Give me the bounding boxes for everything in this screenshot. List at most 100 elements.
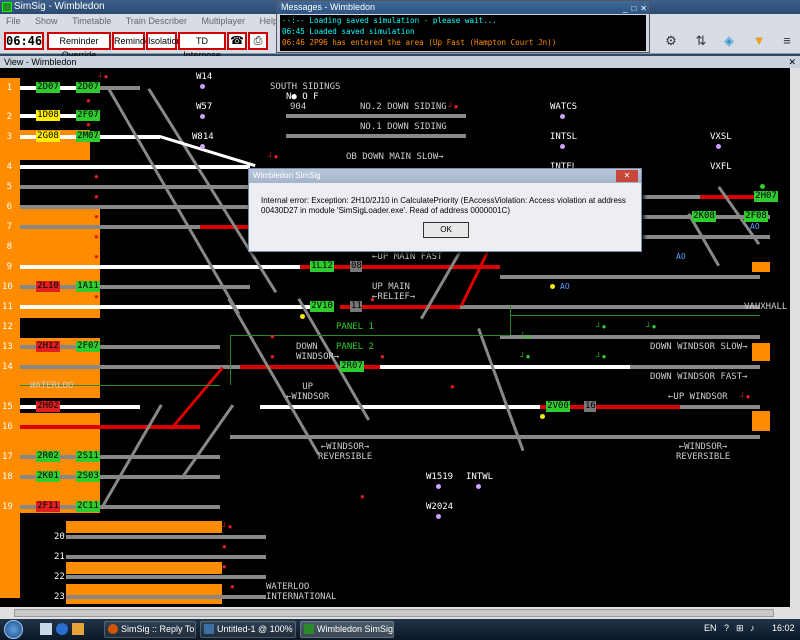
menu-train-describer[interactable]: Train Describer bbox=[126, 14, 187, 28]
signal-icon[interactable]: ● bbox=[94, 292, 99, 301]
train-describer-berth[interactable]: 2H07 bbox=[754, 191, 778, 202]
signal-icon[interactable]: ┘● bbox=[448, 102, 459, 111]
berth-blank[interactable]: 11 bbox=[350, 301, 362, 312]
signal-icon[interactable]: ● bbox=[86, 120, 91, 129]
app-icon-2[interactable]: ▼ bbox=[748, 30, 770, 52]
volume-icon[interactable]: ♪ bbox=[750, 623, 755, 633]
switch-windows-icon[interactable] bbox=[72, 623, 84, 635]
telephone-icon[interactable]: ☎ bbox=[227, 32, 247, 50]
signal-icon[interactable]: ● bbox=[450, 382, 455, 391]
signal-icon[interactable]: ┘● bbox=[520, 332, 531, 341]
signal-icon[interactable]: ● bbox=[94, 252, 99, 261]
reminder-button[interactable]: Reminder bbox=[112, 32, 153, 50]
train-describer-berth[interactable]: 2G08 bbox=[36, 131, 60, 142]
sort-icon[interactable]: ⇅ bbox=[690, 30, 712, 52]
track-segment[interactable] bbox=[20, 165, 250, 169]
app-icon-1[interactable]: ◈ bbox=[718, 30, 740, 52]
signal-icon[interactable]: ● bbox=[370, 295, 375, 304]
train-describer-berth[interactable]: 2F07 bbox=[76, 341, 100, 352]
start-button[interactable] bbox=[0, 619, 28, 640]
track-segment-route-set[interactable] bbox=[200, 225, 250, 229]
train-describer-berth[interactable]: 2K08 bbox=[692, 211, 716, 222]
td-interpose-button[interactable]: TD Interpose bbox=[178, 32, 226, 60]
train-describer-berth[interactable]: 2F11 bbox=[36, 501, 60, 512]
horizontal-scrollbar[interactable] bbox=[0, 607, 800, 619]
signal-icon[interactable]: ┘● bbox=[596, 322, 607, 331]
signal-icon[interactable]: ● bbox=[380, 352, 385, 361]
train-describer-berth[interactable]: 2K01 bbox=[36, 471, 60, 482]
signal-icon[interactable]: ● bbox=[270, 352, 275, 361]
show-desktop-icon[interactable] bbox=[40, 623, 52, 635]
train-describer-berth[interactable]: 2H02 bbox=[36, 401, 60, 412]
track-segment[interactable] bbox=[260, 405, 540, 409]
signal-icon[interactable]: ● bbox=[230, 582, 235, 591]
train-describer-berth[interactable]: 2M07 bbox=[76, 131, 100, 142]
signal-icon[interactable]: ┘● bbox=[520, 352, 531, 361]
crossover[interactable] bbox=[477, 328, 525, 452]
track-segment[interactable] bbox=[20, 185, 250, 189]
train-describer-berth[interactable]: 2V00 bbox=[546, 401, 570, 412]
train-describer-berth[interactable]: 2S03 bbox=[76, 471, 100, 482]
track-segment-route-set[interactable] bbox=[700, 195, 760, 199]
track-segment[interactable] bbox=[380, 365, 630, 369]
berth-blank[interactable]: 16 bbox=[584, 401, 596, 412]
train-describer-berth[interactable]: 2V10 bbox=[310, 301, 334, 312]
signal-icon[interactable]: ● bbox=[94, 172, 99, 181]
train-describer-berth[interactable]: 2C11 bbox=[76, 501, 100, 512]
train-describer-berth[interactable]: 2D07 bbox=[36, 82, 60, 93]
track-segment[interactable] bbox=[20, 365, 240, 369]
close-icon[interactable]: ✕ bbox=[640, 2, 647, 15]
network-icon[interactable]: ⊞ bbox=[736, 623, 744, 634]
train-describer-berth[interactable]: 1A11 bbox=[76, 281, 100, 292]
crossover[interactable] bbox=[227, 298, 320, 456]
menu-icon[interactable]: ≡ bbox=[776, 30, 798, 52]
signal-icon[interactable]: ● bbox=[360, 492, 365, 501]
ok-button[interactable]: OK bbox=[423, 222, 469, 238]
train-describer-berth[interactable]: 1D08 bbox=[36, 110, 60, 121]
track-segment[interactable] bbox=[66, 595, 266, 599]
crossover-route-set[interactable] bbox=[170, 366, 224, 430]
signal-icon[interactable]: ┘● bbox=[222, 522, 233, 531]
train-describer-berth[interactable]: 2L10 bbox=[36, 281, 60, 292]
internet-explorer-icon[interactable] bbox=[56, 623, 68, 635]
crossover[interactable] bbox=[180, 404, 235, 480]
signal-icon[interactable]: ● bbox=[222, 542, 227, 551]
track-segment[interactable] bbox=[20, 305, 320, 309]
close-icon[interactable]: ✕ bbox=[616, 170, 638, 182]
berth-blank[interactable]: 08 bbox=[350, 261, 362, 272]
track-segment[interactable] bbox=[286, 114, 466, 118]
signal-icon[interactable]: ● bbox=[94, 212, 99, 221]
messages-window[interactable]: Messages - Wimbledon _ □ ✕ --:-- Loading s… bbox=[276, 0, 650, 53]
track-segment[interactable] bbox=[66, 575, 266, 579]
menu-multiplayer[interactable]: Multiplayer bbox=[201, 14, 245, 28]
taskbar-item-active[interactable]: Wimbledon SimSig bbox=[300, 621, 394, 638]
close-icon[interactable]: ✕ bbox=[788, 56, 796, 68]
track-segment[interactable] bbox=[460, 305, 760, 309]
menu-show[interactable]: Show bbox=[35, 14, 58, 28]
track-segment[interactable] bbox=[680, 405, 760, 409]
signalling-panel[interactable]: 1 2 3 4 5 6 7 8 9 10 11 12 13 14 15 16 1… bbox=[0, 68, 790, 607]
help-icon[interactable]: ? bbox=[724, 623, 729, 633]
printer-icon[interactable]: ⎙ bbox=[248, 32, 268, 50]
signal-icon[interactable]: ┘● bbox=[646, 322, 657, 331]
signal-icon[interactable]: ● bbox=[270, 332, 275, 341]
signal-icon[interactable]: ┘● bbox=[268, 152, 279, 161]
train-describer-berth[interactable]: 1L12 bbox=[310, 261, 334, 272]
track-segment[interactable] bbox=[500, 335, 760, 339]
train-describer-berth[interactable]: 2R07 bbox=[340, 361, 364, 372]
track-segment[interactable] bbox=[100, 86, 140, 90]
signal-icon[interactable]: ● bbox=[94, 192, 99, 201]
signal-icon[interactable]: ● bbox=[94, 232, 99, 241]
clock[interactable]: 16:02 bbox=[772, 623, 795, 633]
track-segment[interactable] bbox=[66, 555, 266, 559]
train-describer-berth[interactable]: 2R02 bbox=[36, 451, 60, 462]
track-segment[interactable] bbox=[630, 365, 760, 369]
track-segment[interactable] bbox=[500, 275, 760, 279]
track-segment[interactable] bbox=[66, 535, 266, 539]
signal-icon[interactable]: ┘● bbox=[596, 352, 607, 361]
signal-icon[interactable]: ● bbox=[86, 96, 91, 105]
taskbar-item[interactable]: Untitled-1 @ 100% (... bbox=[200, 621, 296, 638]
train-describer-berth[interactable]: 2S11 bbox=[76, 451, 100, 462]
train-describer-berth[interactable]: 2H12 bbox=[36, 341, 60, 352]
train-describer-berth[interactable]: 2D07 bbox=[76, 82, 100, 93]
